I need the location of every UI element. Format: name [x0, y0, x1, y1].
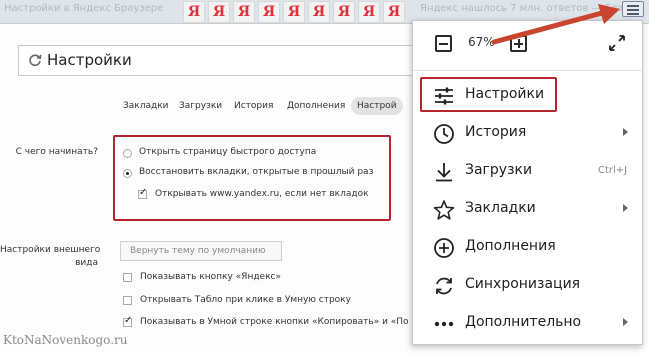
annotation-arrow — [491, 4, 620, 45]
watermark-text: KtoNaNovenkogo.ru — [3, 333, 128, 347]
